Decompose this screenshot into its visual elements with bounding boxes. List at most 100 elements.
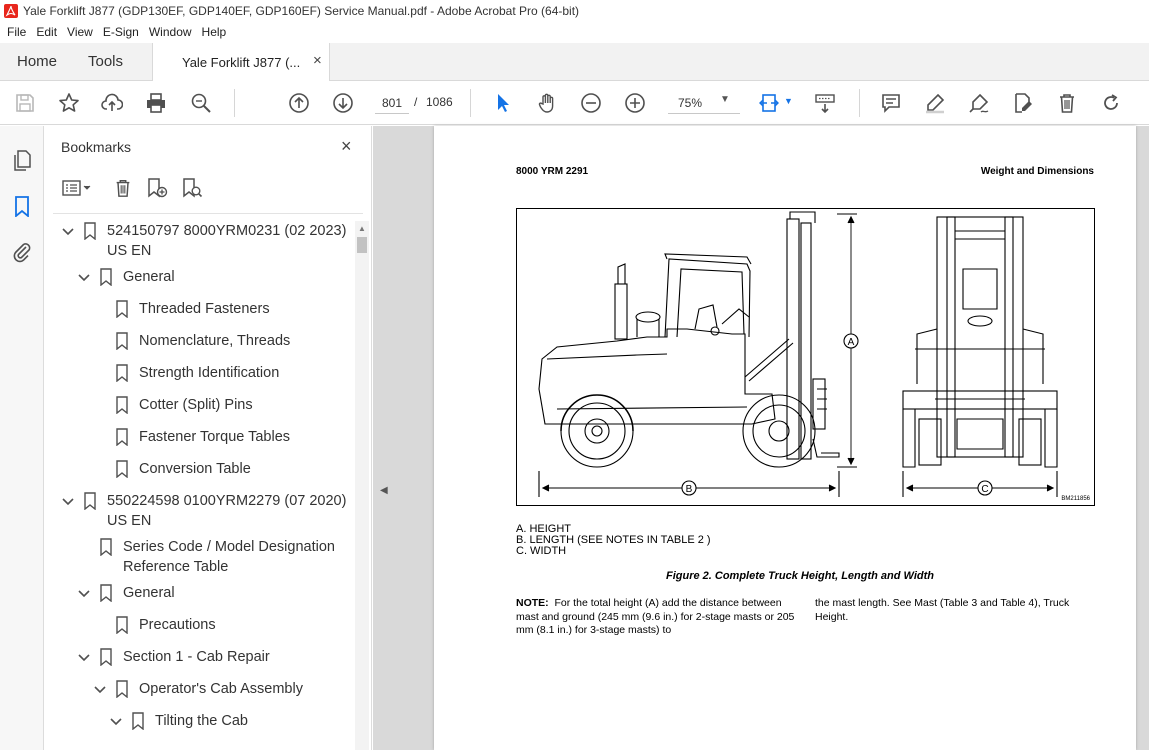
edit-pdf-button[interactable] — [1011, 91, 1035, 115]
attachments-button[interactable] — [10, 240, 34, 264]
bookmark-label-line: Series Code / Model Designation — [123, 539, 335, 555]
bookmark-label-line: Section 1 - Cab Repair — [123, 649, 270, 665]
bookmark-item[interactable]: 550224598 0100YRM2279 (07 2020) US EN — [61, 491, 346, 531]
bookmark-label-line: Precautions — [139, 617, 216, 633]
bookmark-item[interactable]: 524150797 8000YRM0231 (02 2023) US EN — [61, 221, 346, 261]
spacer — [93, 463, 107, 477]
fit-page-button[interactable] — [757, 91, 781, 115]
tab-document[interactable]: Yale Forklift J877 (... × — [152, 43, 330, 82]
chevron-down-icon[interactable] — [77, 587, 91, 601]
zoom-out-button[interactable] — [579, 91, 603, 115]
bookmark-item[interactable]: Section 1 - Cab Repair — [77, 647, 270, 667]
bookmark-icon — [100, 538, 112, 556]
tab-close-button[interactable]: × — [313, 52, 322, 69]
page-separator: / — [414, 95, 418, 109]
chevron-down-icon[interactable] — [93, 683, 107, 697]
hand-tool-button[interactable] — [535, 91, 559, 115]
bookmarks-divider — [53, 213, 363, 214]
scroll-up-icon[interactable]: ▲ — [358, 224, 366, 233]
bookmark-icon — [116, 300, 128, 318]
highlight-button[interactable] — [923, 91, 947, 115]
bookmarks-scrollbar[interactable]: ▲ — [355, 221, 369, 750]
bookmark-item[interactable]: Precautions — [93, 615, 216, 635]
bookmark-label-line: Cotter (Split) Pins — [139, 397, 253, 413]
bookmark-icon — [100, 584, 112, 602]
comment-button[interactable] — [879, 91, 903, 115]
cursor-arrow-icon — [498, 94, 509, 112]
tab-tools[interactable]: Tools — [88, 53, 123, 70]
menu-view[interactable]: View — [62, 22, 98, 43]
bookmark-item[interactable]: General — [77, 267, 175, 287]
menu-file[interactable]: File — [2, 22, 31, 43]
note-body-left: For the total height (A) add the distanc… — [516, 597, 795, 636]
chevron-down-icon[interactable] — [77, 271, 91, 285]
bookmark-item[interactable]: Nomenclature, Threads — [93, 331, 290, 351]
delete-button[interactable] — [1055, 91, 1079, 115]
sign-button[interactable] — [967, 91, 991, 115]
fit-options-chevron-icon[interactable]: ▼ — [784, 96, 793, 106]
select-tool-button[interactable] — [491, 91, 515, 115]
bookmark-label: Threaded Fasteners — [139, 299, 270, 319]
delete-bookmark-button[interactable] — [111, 176, 135, 200]
next-page-button[interactable] — [331, 91, 355, 115]
forklift-drawing: A B C — [538, 211, 1058, 497]
chevron-down-icon[interactable] — [61, 225, 75, 239]
new-bookmark-button[interactable] — [145, 176, 169, 200]
bookmarks-panel: Bookmarks × 524150797 8000YRM0231 (02 20… — [45, 126, 372, 750]
chevron-down-icon[interactable] — [61, 495, 75, 509]
bookmark-label-line: US EN — [107, 243, 152, 259]
forklift-figure: A B C BM211856 — [516, 208, 1095, 506]
bookmark-label: Section 1 - Cab Repair — [123, 647, 270, 667]
previous-page-button[interactable] — [287, 91, 311, 115]
print-button[interactable] — [144, 91, 168, 115]
bookmark-item[interactable]: Strength Identification — [93, 363, 279, 383]
bookmark-options-button[interactable] — [60, 176, 96, 200]
tab-home[interactable]: Home — [17, 53, 57, 70]
bookmarks-panel-button[interactable] — [10, 194, 34, 218]
bookmark-label-line: Fastener Torque Tables — [139, 429, 291, 445]
bookmark-label-line: 550224598 0100YRM2279 (07 2020) — [107, 493, 347, 509]
page-number-input[interactable] — [375, 92, 409, 114]
page-header-left: 8000 YRM 2291 — [516, 166, 589, 177]
save-button[interactable] — [13, 91, 37, 115]
bookmark-icon — [116, 460, 128, 478]
menu-esign[interactable]: E-Sign — [98, 22, 144, 43]
dimension-label-c: C — [981, 484, 988, 495]
bookmark-item[interactable]: Fastener Torque Tables — [93, 427, 290, 447]
bookmark-item[interactable]: Cotter (Split) Pins — [93, 395, 253, 415]
figure-caption: Figure 2. Complete Truck Height, Length … — [666, 570, 934, 582]
bookmark-item[interactable]: Conversion Table — [93, 459, 251, 479]
bookmark-item[interactable]: Tilting the Cab — [109, 711, 248, 731]
chevron-down-icon[interactable] — [77, 651, 91, 665]
menu-window[interactable]: Window — [144, 22, 197, 43]
bookmark-label: Series Code / Model Designation Reference… — [123, 537, 335, 577]
find-button[interactable] — [189, 91, 213, 115]
scrollbar-thumb[interactable] — [357, 237, 367, 253]
menu-bar: File Edit View E-Sign Window Help — [0, 22, 1149, 43]
zoom-in-button[interactable] — [623, 91, 647, 115]
note-text-left: NOTE: For the total height (A) add the d… — [516, 597, 798, 638]
title-bar: Yale Forklift J877 (GDP130EF, GDP140EF, … — [0, 0, 1149, 22]
bookmark-item[interactable]: Series Code / Model Designation Reference… — [77, 537, 335, 577]
bookmarks-close-button[interactable]: × — [341, 136, 352, 157]
menu-edit[interactable]: Edit — [31, 22, 62, 43]
rotate-button[interactable] — [1099, 91, 1123, 115]
bookmark-label-line: Nomenclature, Threads — [139, 333, 291, 349]
bookmark-item[interactable]: Operator's Cab Assembly — [93, 679, 303, 699]
page-thumbnails-button[interactable] — [10, 148, 34, 172]
upload-button[interactable] — [100, 91, 124, 115]
bookmark-from-selection-button[interactable] — [180, 176, 204, 200]
bookmark-star-button[interactable] — [57, 91, 81, 115]
list-options-icon — [62, 180, 91, 196]
collapse-panel-handle-icon[interactable]: ◀ — [380, 485, 388, 496]
toolbar-separator — [470, 89, 471, 117]
scroll-mode-button[interactable] — [813, 91, 837, 115]
bookmark-item[interactable]: Threaded Fasteners — [93, 299, 270, 319]
chevron-down-icon[interactable] — [109, 715, 123, 729]
menu-help[interactable]: Help — [197, 22, 232, 43]
note-text-right: the mast length. See Mast (Table 3 and T… — [815, 597, 1070, 623]
spacer — [77, 541, 91, 555]
bookmark-icon — [116, 396, 128, 414]
bookmark-item[interactable]: General — [77, 583, 175, 603]
chevron-down-icon[interactable]: ▼ — [720, 94, 730, 105]
